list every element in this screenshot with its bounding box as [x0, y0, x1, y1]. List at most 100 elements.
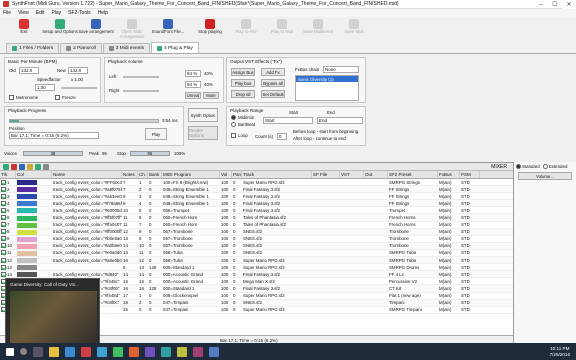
grid-header-cell[interactable]: MIDI Program	[162, 171, 220, 178]
track-enable-checkbox[interactable]	[1, 207, 6, 213]
track-number[interactable]: 3	[0, 193, 16, 199]
speed-slider[interactable]	[61, 87, 97, 89]
grid-header-cell[interactable]: Col	[16, 171, 52, 178]
loop-check[interactable]: Loop	[231, 133, 248, 138]
grid-header-cell[interactable]: Out	[364, 171, 388, 178]
track-number[interactable]: 14	[0, 271, 16, 277]
grid-tool-icon[interactable]	[43, 163, 49, 170]
color-swatch[interactable]	[17, 215, 37, 221]
tab-plug-play[interactable]: 4 Plug & Play	[151, 42, 199, 53]
track-number[interactable]: 9	[0, 236, 16, 242]
start-select[interactable]: Start	[263, 117, 313, 124]
extended-radio[interactable]	[542, 163, 548, 169]
toolbar-button-1[interactable]: Setup and Options	[42, 19, 78, 41]
track-number[interactable]: 7	[0, 222, 16, 228]
track-number[interactable]: 11	[0, 250, 16, 256]
tab-pianoroll[interactable]: 2 Pianoroll	[60, 43, 102, 53]
left-pct-field[interactable]: 94 %	[185, 70, 201, 77]
tab-midi-events[interactable]: 3 Midi events	[102, 43, 151, 53]
menu-play[interactable]: Play	[51, 10, 61, 16]
app-icon[interactable]	[209, 346, 219, 357]
bar-radio[interactable]: Bar/Beat	[231, 122, 255, 127]
menu-edit[interactable]: Edit	[36, 10, 45, 16]
grid-header-cell[interactable]: FxBus	[438, 171, 460, 178]
menu-sf2-tools[interactable]: SF2-Tools	[68, 10, 91, 16]
app-icon[interactable]	[129, 346, 139, 357]
color-swatch[interactable]	[17, 236, 37, 242]
add-fx-button[interactable]: Add Fx	[261, 68, 285, 76]
track-enable-checkbox[interactable]	[1, 222, 6, 228]
app-icon[interactable]	[145, 346, 155, 357]
end-select[interactable]: End	[317, 117, 363, 124]
track-enable-checkbox[interactable]	[1, 229, 6, 235]
toolbar-button-4[interactable]: SoundFont File...	[150, 19, 186, 41]
loop-checkbox[interactable]	[231, 133, 236, 138]
grid-header-cell[interactable]: VST	[340, 171, 364, 178]
menu-view[interactable]: View	[18, 10, 29, 16]
table-row[interactable]: 2 track_config event_color="#a8f076ff" 7 2 0…	[0, 186, 513, 194]
grid-header-cell[interactable]: Ch.	[138, 171, 148, 178]
track-enable-checkbox[interactable]	[1, 257, 6, 263]
set-default-button[interactable]: Set Default	[261, 90, 285, 98]
color-swatch[interactable]	[17, 250, 37, 256]
grid-header-cell[interactable]: Track	[242, 171, 312, 178]
unreal-button[interactable]: Unreal	[185, 92, 201, 99]
progress-bar[interactable]	[9, 119, 159, 123]
track-number[interactable]: 1	[0, 179, 16, 185]
track-number[interactable]: 6	[0, 214, 16, 221]
table-row[interactable]: 6 track_config event_color="#ff5f07ff" 11 6…	[0, 214, 513, 222]
track-enable-checkbox[interactable]	[1, 193, 6, 199]
grid-header-cell[interactable]: Trk	[0, 171, 16, 178]
task-view-icon[interactable]	[33, 346, 43, 357]
table-row[interactable]: 5 track_config event_color="#60000d0ff" 10…	[0, 207, 513, 215]
track-number[interactable]: 12	[0, 257, 16, 263]
grid-tool-icon[interactable]	[11, 163, 17, 170]
track-number[interactable]: 5	[0, 207, 16, 213]
metronome-checkbox[interactable]	[9, 95, 14, 100]
midi-radio-dot[interactable]	[231, 115, 236, 120]
close-button[interactable]: ✕	[562, 0, 576, 9]
table-row[interactable]: 11 track_config event_color="#e0a0d0ff" 15…	[0, 250, 513, 258]
track-enable-checkbox[interactable]	[1, 236, 6, 242]
mute-button[interactable]: Mute	[203, 92, 219, 99]
app-icon[interactable]	[161, 346, 171, 357]
play-button[interactable]: Play	[145, 128, 167, 140]
app-icon[interactable]	[177, 346, 187, 357]
table-row[interactable]: 4 track_config event_color="#f78a86ff" 9 4 0…	[0, 200, 513, 208]
track-enable-checkbox[interactable]	[1, 200, 6, 206]
toolbar-button-2[interactable]: Save arrangement	[78, 19, 114, 41]
maximize-button[interactable]: ☐	[548, 0, 562, 9]
app-icon[interactable]	[193, 346, 203, 357]
volume-button[interactable]: Volume...	[518, 172, 572, 180]
toolbar-button-3[interactable]: Open Midi/ Arrangement	[114, 19, 150, 41]
track-enable-checkbox[interactable]	[1, 243, 6, 249]
assign-bus-button[interactable]: Assign Bus	[231, 68, 255, 76]
grid-tool-icon[interactable]	[3, 163, 9, 170]
track-enable-checkbox[interactable]	[1, 186, 6, 192]
color-swatch[interactable]	[17, 187, 37, 193]
menu-help[interactable]: Help	[98, 10, 108, 16]
grid-tool-icon[interactable]	[35, 163, 41, 170]
track-enable-checkbox[interactable]	[1, 179, 6, 185]
track-enable-checkbox[interactable]	[1, 215, 6, 221]
toolbar-button-8[interactable]: Save MidiEvent	[300, 19, 336, 41]
table-row[interactable]: 10 track_config event_color="#a0b8e0ff" 14…	[0, 242, 513, 250]
video-thumbnail[interactable]	[10, 291, 97, 351]
color-swatch[interactable]	[17, 258, 37, 264]
track-enable-checkbox[interactable]	[1, 271, 6, 277]
color-swatch[interactable]	[17, 229, 37, 235]
left-volume-slider[interactable]	[123, 76, 159, 78]
speedfactor-input[interactable]: 1.00	[35, 84, 55, 91]
track-number[interactable]: 13	[0, 264, 16, 270]
grid-header-cell[interactable]: Vol	[220, 171, 232, 178]
tab-files-folders[interactable]: 1 Files / Folders	[6, 43, 60, 53]
track-number[interactable]: 2	[0, 186, 16, 192]
color-swatch[interactable]	[17, 272, 37, 278]
table-row[interactable]: 1 track_config event_color="#FF60c3FF" 7 1 0…	[0, 179, 513, 187]
render-options-button[interactable]: Render Options	[188, 126, 218, 140]
standard-radio[interactable]	[516, 163, 521, 169]
position-field[interactable]: Bar 17.1; Time = 0:15 (6.2%)	[9, 132, 99, 139]
track-number[interactable]: 10	[0, 243, 16, 249]
fx-list[interactable]: Sonic Diversity (1)	[295, 75, 359, 101]
grid-header-cell[interactable]: SF File	[312, 171, 340, 178]
